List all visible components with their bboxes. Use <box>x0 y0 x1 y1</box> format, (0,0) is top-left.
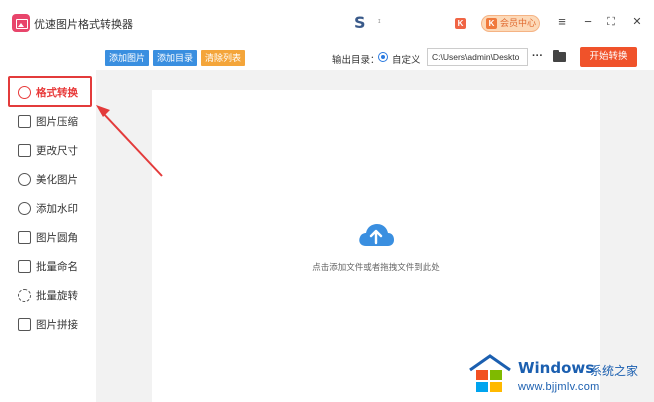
windows-logo-icon <box>469 354 511 392</box>
annotation-arrow-icon <box>96 105 163 177</box>
watermark-url: www.bjjmlv.com <box>518 381 600 393</box>
watermark-title: Windows <box>518 359 595 377</box>
watermark-subtitle: 系统之家 <box>590 364 639 378</box>
